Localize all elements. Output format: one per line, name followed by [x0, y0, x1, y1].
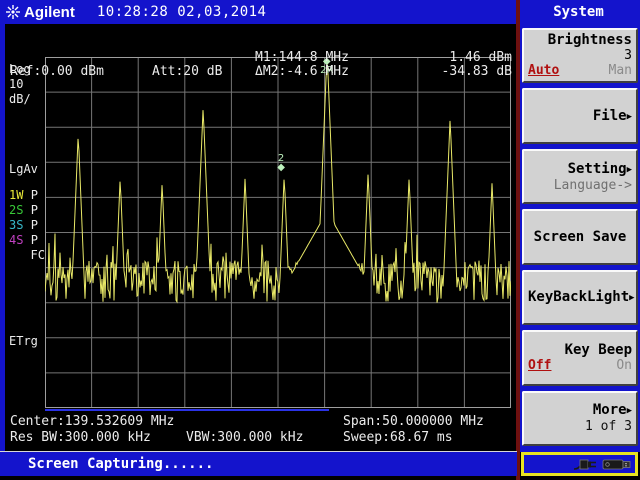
- external-trigger-label: ETrg: [9, 334, 38, 348]
- marker1-freq-readout: M1:144.8 MHz: [255, 50, 349, 65]
- softkey-key-beep[interactable]: Key Beep Off On: [522, 330, 638, 385]
- menu-header: System: [517, 0, 640, 24]
- indicator-box: [521, 452, 638, 476]
- spectrum-plot: [45, 57, 511, 408]
- softkey-label: More▶: [528, 402, 632, 419]
- key-beep-toggle: Off On: [528, 358, 632, 374]
- trace2-status: 2S P: [9, 203, 38, 217]
- language-sublabel: Language->: [528, 178, 632, 193]
- status-message: Screen Capturing......: [28, 456, 213, 472]
- trace4-mode: [23, 233, 30, 247]
- log-scale-label: Log: [9, 62, 31, 76]
- toggle-auto-selected: Auto: [528, 63, 559, 79]
- page-indicator: 1 of 3: [528, 419, 632, 434]
- softkey-label: KeyBackLight▶: [528, 289, 632, 306]
- marker2-ampl-readout: -34.83 dB: [375, 64, 512, 79]
- trace1-status: 1W P: [9, 188, 38, 202]
- trace4-mode-letter: P: [31, 233, 38, 247]
- softkey-more[interactable]: More▶ 1 of 3: [522, 391, 638, 446]
- softkey-brightness[interactable]: Brightness 3 Auto Man: [522, 28, 638, 83]
- log-average-label: LgAv: [9, 162, 38, 176]
- softkey-key-backlight[interactable]: KeyBackLight▶: [522, 270, 638, 325]
- toggle-on: On: [616, 358, 632, 374]
- datetime-label: 10:28:28 02,03,2014: [97, 4, 267, 20]
- trace1-label: 1W: [9, 188, 23, 202]
- scale-per-div-value: 10: [9, 77, 23, 91]
- submenu-arrow-icon: ▶: [627, 112, 632, 122]
- sweep-time-readout: Sweep:68.67 ms: [343, 430, 453, 445]
- trace4-status: 4S P: [9, 233, 38, 247]
- center-freq-readout: Center:139.532609 MHz: [10, 414, 174, 429]
- trace4-label: 4S: [9, 233, 23, 247]
- toggle-off-selected: Off: [528, 358, 551, 374]
- trace2-mode-letter: P: [31, 203, 38, 217]
- trace2-label: 2S: [9, 203, 23, 217]
- submenu-arrow-icon: ▶: [627, 406, 632, 416]
- brightness-value: 3: [528, 48, 632, 63]
- softkey-label: Brightness: [528, 32, 632, 48]
- analyzer-screen: Agilent 10:28:28 02,03,2014 System ◆ 2R2…: [0, 0, 640, 480]
- trace3-mode: [23, 218, 30, 232]
- softkey-label: File▶: [528, 108, 632, 125]
- softkey-label: Key Beep: [528, 342, 632, 358]
- agilent-starburst-icon: [5, 4, 21, 20]
- status-bar: Screen Capturing......: [0, 451, 517, 476]
- trace2-mode: [23, 203, 30, 217]
- trace3-label: 3S: [9, 218, 23, 232]
- marker1-ampl-readout: 1.46 dBm: [375, 50, 512, 65]
- submenu-arrow-icon: ▶: [627, 165, 632, 175]
- attenuation-label: Att:20 dB: [152, 64, 222, 79]
- video-bw-readout: VBW:300.000 kHz: [186, 430, 303, 445]
- marker2-freq-readout: ΔM2:-4.6 MHz: [255, 64, 349, 79]
- title-bar: Agilent 10:28:28 02,03,2014 System: [0, 0, 640, 24]
- title-bar-left: Agilent 10:28:28 02,03,2014: [0, 0, 517, 24]
- softkey-label: Screen Save: [528, 229, 632, 245]
- trace1-mode: [23, 188, 30, 202]
- more-label: More: [593, 402, 627, 418]
- trace3-mode-letter: P: [31, 218, 38, 232]
- softkey-menu: Brightness 3 Auto Man File▶ Setting▶ Lan…: [520, 24, 640, 452]
- scale-unit-label: dB/: [9, 92, 31, 106]
- res-bw-readout: Res BW:300.000 kHz: [10, 430, 151, 445]
- menu-title: System: [553, 4, 604, 20]
- marker-2-delta: 2 ◆: [277, 154, 285, 172]
- softkey-label: Setting▶: [528, 161, 632, 178]
- span-readout: Span:50.000000 MHz: [343, 414, 484, 429]
- sweep-progress-bar: [45, 409, 329, 411]
- logo-text: Agilent: [24, 4, 75, 21]
- agilent-logo: Agilent: [5, 4, 75, 21]
- setting-label: Setting: [568, 161, 627, 177]
- brightness-toggle: Auto Man: [528, 63, 632, 79]
- trace3-status: 3S P: [9, 218, 38, 232]
- softkey-setting[interactable]: Setting▶ Language->: [522, 149, 638, 204]
- file-label: File: [593, 108, 627, 124]
- power-plug-icon: [573, 457, 599, 472]
- softkey-screen-save[interactable]: Screen Save: [522, 209, 638, 264]
- keybacklight-label: KeyBackLight: [528, 289, 629, 305]
- usb-drive-icon: [602, 457, 632, 472]
- submenu-arrow-icon: ▶: [629, 293, 634, 303]
- display-area: ◆ 2R2 ◆ M1:144.8 MHz 1.46 dBm Ref:0.00 d…: [5, 24, 516, 452]
- trace1-mode-letter: P: [31, 188, 38, 202]
- toggle-man: Man: [609, 63, 632, 79]
- free-run-coupling-label: FC: [9, 248, 45, 262]
- softkey-file[interactable]: File▶: [522, 88, 638, 143]
